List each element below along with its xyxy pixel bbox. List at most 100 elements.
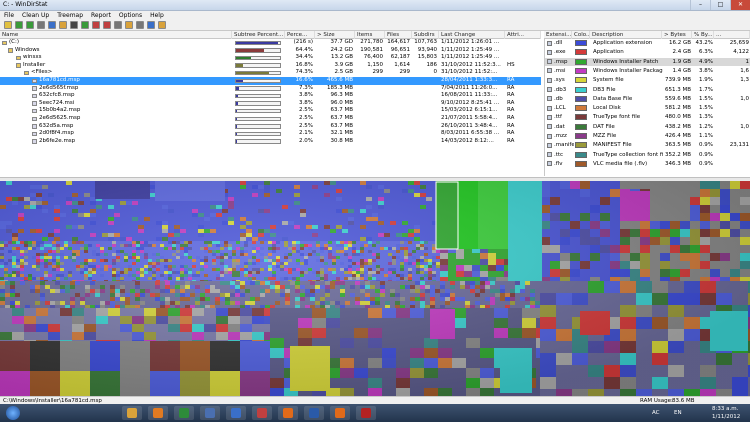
help-icon[interactable] [147, 21, 155, 29]
extension-row[interactable]: .LCL Local Disk 581.2 MB 1.5% [545, 104, 750, 112]
extension-row[interactable]: .db Data Base File 559.6 MB 1.5% 1,0 [545, 95, 750, 103]
extension-row[interactable]: .ttf TrueType font file 480.0 MB 1.3% [545, 113, 750, 121]
menu-clean-up[interactable]: Clean Up [18, 11, 53, 20]
menu-treemap[interactable]: Treemap [53, 11, 87, 20]
tree-col-header[interactable]: Name [0, 31, 232, 39]
maximize-button[interactable]: □ [710, 0, 730, 10]
extension-row[interactable]: .manifestMANIFEST File363.5 MB0.9%23,131 [545, 141, 750, 149]
extension-row[interactable]: .dll Application extension 16.2 GB 43.2% 25,… [545, 39, 750, 47]
tree-row[interactable]: 5eec724.msi 3.8% 96.0 MB 9/10/2012 8:25:41 … [0, 100, 541, 108]
extension-row[interactable]: .sys System file 739.9 MB 1.9% 1,3 [545, 76, 750, 84]
extension-row[interactable]: .exe Application 2.4 GB 6.3% 4,122 [545, 48, 750, 56]
tree-row[interactable]: 15b0b4a2.msp 2.5% 63.7 MB 15/03/2012 6:15:1… [0, 107, 541, 115]
tree-pct: 2.5% [299, 107, 313, 114]
menu-report[interactable]: Report [87, 11, 115, 20]
info-icon[interactable] [158, 21, 166, 29]
tree-col-header[interactable]: > Size [315, 31, 355, 39]
extension-row[interactable]: .mzz MZZ File 426.4 MB 1.1% [545, 132, 750, 140]
tree-size: 3.9 GB [334, 61, 353, 68]
properties-icon[interactable] [114, 21, 122, 29]
explorer-icon[interactable] [59, 21, 67, 29]
tree-size: 465.6 MB [326, 77, 353, 83]
tree-row[interactable]: 2b6fe2e.msp 2.0% 30.8 MB 14/03/2012 8:12:..… [0, 138, 541, 146]
delete-recycle-icon[interactable] [92, 21, 100, 29]
ext-bytes: 2.4 GB [672, 49, 691, 56]
tree-item-name: 2e6d565f.msp [39, 84, 79, 91]
tree-row[interactable]: (C:) (216 s) 37.7 GD 271,780 164,617 107,763 1… [0, 39, 541, 47]
tree-row[interactable]: Windows 64.4% 24.2 GD 190,581 96,651 93,940 1/… [0, 47, 541, 55]
ext-name: .LCL [554, 105, 566, 112]
ext-bytes: 1.4 GB [672, 67, 691, 74]
tree-col-header[interactable]: Subtree Percent... [232, 31, 285, 39]
extension-list[interactable]: .dll Application extension 16.2 GB 43.2% 25,… [544, 39, 750, 176]
menu-help[interactable]: Help [146, 11, 168, 20]
ext-color-swatch [575, 49, 587, 56]
delete-icon[interactable] [103, 21, 111, 29]
subtree-percent-bar [235, 55, 281, 61]
ext-color-swatch [575, 133, 587, 139]
ext-col-header[interactable]: % By... [692, 31, 714, 39]
open-icon[interactable] [4, 21, 12, 29]
extension-row[interactable]: .ttc TrueType collection font file 352.2 M… [545, 151, 750, 159]
menu-file[interactable]: File [0, 11, 18, 20]
ext-description: Application extension [593, 40, 653, 46]
windirstat-window: C: - WinDirStat – □ ✕ File Clean Up Treema… [0, 0, 750, 422]
menu-options[interactable]: Options [115, 11, 146, 20]
ext-bytes: 651.3 MB [664, 86, 691, 93]
ext-col-header[interactable]: Description [590, 31, 662, 39]
tree-col-header[interactable]: Subdirs [412, 31, 439, 39]
tree-item-name: <Files> [31, 69, 53, 76]
tree-items: 299 [372, 69, 384, 76]
tree-row[interactable]: 2e6d565f.msp 7.3% 185.3 MB 7/04/2011 11:26:… [0, 85, 541, 93]
directory-tree[interactable]: (C:) (216 s) 37.7 GD 271,780 164,617 107,763 1… [0, 39, 541, 176]
tree-row[interactable]: 632d5a.msp 2.5% 63.7 MB 26/10/2011 3:48:4..… [0, 123, 541, 131]
ext-name: .db [554, 95, 563, 102]
extension-row[interactable]: .flv VLC media file (.flv) 346.3 MB 0.9% [545, 160, 750, 168]
ext-col-header[interactable]: > Bytes [662, 31, 692, 39]
extension-row[interactable]: .msp Windows Installer Patch 1.9 GB 4.9% 1 [545, 57, 750, 66]
tree-attr: RA [507, 115, 515, 121]
window-title: C: - WinDirStat [3, 1, 48, 8]
tree-files: 299 [399, 69, 411, 76]
tree-col-header[interactable]: Files [385, 31, 412, 39]
tree-row[interactable]: 16a781cd.msp 16.6% 465.6 MB 28/04/2011 1:33… [0, 77, 541, 85]
extension-row[interactable]: .db3 DB3 File 651.3 MB 1.7% [545, 86, 750, 94]
tree-col-header[interactable]: Items [355, 31, 385, 39]
ext-bytes: 581.2 MB [664, 105, 691, 112]
minimize-button[interactable]: – [690, 0, 710, 10]
tree-row[interactable]: 632cfc8.msp 3.8% 96.3 MB 16/08/2011 11:33:.… [0, 92, 541, 100]
tree-row[interactable]: winsxs 34.4% 13.2 GB 76,400 62,187 15,803 1/11… [0, 54, 541, 62]
tree-row[interactable]: Installer 16.8% 3.9 GB 1,150 1,614 186 31/10/2… [0, 62, 541, 70]
tree-pct: 64.4% [295, 46, 313, 53]
tree-col-header[interactable]: Last Change [439, 31, 505, 39]
ext-col-header[interactable]: Colo... [572, 31, 590, 39]
copy-path-icon[interactable] [37, 21, 45, 29]
tree-col-header[interactable]: Perce... [285, 31, 315, 39]
ext-color-swatch [575, 142, 587, 149]
cmd-icon[interactable] [70, 21, 78, 29]
extension-row[interactable]: .msi Windows Installer Package 1.4 GB 3.8% 1… [545, 67, 750, 75]
ext-description: MANIFEST File [593, 142, 632, 149]
treemap[interactable] [0, 181, 750, 396]
refresh-all-icon[interactable] [26, 21, 34, 29]
tree-row[interactable]: <Files> 74.3% 2.5 GB 299 299 0 31/10/2012 11:5… [0, 69, 541, 77]
tree-size: 30.8 MB [330, 137, 353, 144]
ext-col-header[interactable]: ... [714, 31, 750, 39]
tree-pct: 16.8% [295, 61, 313, 68]
open-folder-icon[interactable] [125, 21, 133, 29]
tree-row[interactable]: 2d0f8f4.msp 2.1% 32.1 MB 8/03/2011 6:55:38 … [0, 130, 541, 138]
tree-size: 96.3 MB [330, 92, 353, 99]
open-item-icon[interactable] [48, 21, 56, 29]
tree-col-header[interactable]: Attri... [505, 31, 541, 39]
refresh-icon[interactable] [15, 21, 23, 29]
tree-row[interactable]: 2e6d5625.msp 2.5% 63.7 MB 21/07/2011 5:58:4… [0, 115, 541, 123]
close-button[interactable]: ✕ [730, 0, 750, 10]
ext-percent: 43.2% [695, 40, 713, 46]
extension-row[interactable]: .dat DAT File 438.2 MB 1.2% 1,0 [545, 123, 750, 131]
tree-files: 164,617 [387, 39, 410, 45]
ext-col-header[interactable]: Extensi... [544, 31, 572, 39]
file-type-icon [547, 105, 552, 111]
select-all-icon[interactable] [136, 21, 144, 29]
file-type-icon [547, 96, 552, 102]
refresh-selected-icon[interactable] [81, 21, 89, 29]
